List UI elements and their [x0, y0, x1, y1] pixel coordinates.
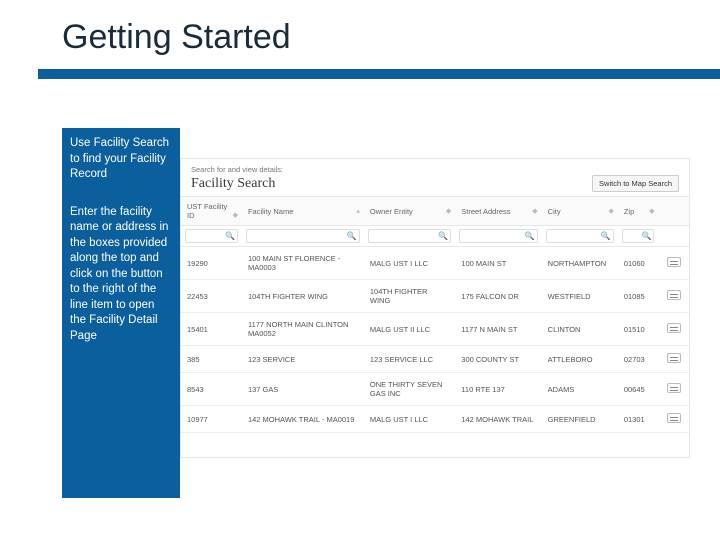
- cell-name: 104TH FIGHTER WING: [242, 280, 364, 313]
- filter-facility-id[interactable]: [185, 229, 238, 243]
- cell-id: 10977: [181, 406, 242, 433]
- table-row: 22453104TH FIGHTER WING104TH FIGHTER WIN…: [181, 280, 689, 313]
- sidebar-blurb-1: Use Facility Search to find your Facilit…: [70, 136, 172, 183]
- table-row: 19290100 MAIN ST FLORENCE - MA0003MALG U…: [181, 247, 689, 280]
- cell-zip: 02703: [618, 346, 659, 373]
- sort-icon: ▴: [356, 207, 358, 215]
- col-facility-id[interactable]: UST Facility ID◆: [181, 197, 242, 226]
- sidebar-blurb-2: Enter the facility name or address in th…: [70, 205, 172, 345]
- panel-header: Search for and view details: Facility Se…: [181, 159, 689, 197]
- cell-city: ATTLEBORO: [542, 346, 618, 373]
- open-detail-button[interactable]: [667, 323, 681, 333]
- cell-zip: 01510: [618, 313, 659, 346]
- filter-city[interactable]: [546, 229, 614, 243]
- cell-addr: 100 MAIN ST: [455, 247, 541, 280]
- sort-icon: ◆: [608, 207, 611, 215]
- col-street-address[interactable]: Street Address◆: [455, 197, 541, 226]
- cell-addr: 110 RTE 137: [455, 373, 541, 406]
- col-facility-name[interactable]: Facility Name▴: [242, 197, 364, 226]
- open-detail-button[interactable]: [667, 257, 681, 267]
- cell-owner: MALG UST I LLC: [364, 247, 455, 280]
- table-row: 10977142 MOHAWK TRAIL - MA0019MALG UST I…: [181, 406, 689, 433]
- cell-name: 137 GAS: [242, 373, 364, 406]
- page-title: Getting Started: [0, 0, 720, 57]
- filter-zip[interactable]: [622, 229, 655, 243]
- table-row: 385123 SERVICE123 SERVICE LLC300 COUNTY …: [181, 346, 689, 373]
- cell-city: ADAMS: [542, 373, 618, 406]
- sort-icon: ◆: [532, 207, 535, 215]
- cell-id: 385: [181, 346, 242, 373]
- cell-zip: 01085: [618, 280, 659, 313]
- cell-id: 8543: [181, 373, 242, 406]
- cell-city: CLINTON: [542, 313, 618, 346]
- cell-id: 15401: [181, 313, 242, 346]
- cell-owner: 123 SERVICE LLC: [364, 346, 455, 373]
- open-detail-button[interactable]: [667, 383, 681, 393]
- cell-name: 123 SERVICE: [242, 346, 364, 373]
- cell-id: 22453: [181, 280, 242, 313]
- cell-city: WESTFIELD: [542, 280, 618, 313]
- cell-owner: ONE THIRTY SEVEN GAS INC: [364, 373, 455, 406]
- sort-icon: ◆: [446, 207, 449, 215]
- filter-row: 🔍 🔍 🔍 🔍 🔍 🔍: [181, 226, 689, 247]
- cell-name: 1177 NORTH MAIN CLINTON MA0052: [242, 313, 364, 346]
- filter-owner-entity[interactable]: [368, 229, 451, 243]
- cell-addr: 1177 N MAIN ST: [455, 313, 541, 346]
- sort-icon: ◆: [233, 211, 236, 219]
- open-detail-button[interactable]: [667, 413, 681, 423]
- col-zip[interactable]: Zip◆: [618, 197, 659, 226]
- filter-facility-name[interactable]: [246, 229, 360, 243]
- facility-search-panel: Search for and view details: Facility Se…: [180, 158, 690, 458]
- content-area: Use Facility Search to find your Facilit…: [62, 128, 690, 510]
- cell-addr: 300 COUNTY ST: [455, 346, 541, 373]
- open-detail-button[interactable]: [667, 290, 681, 300]
- cell-id: 19290: [181, 247, 242, 280]
- table-header-row: UST Facility ID◆ Facility Name▴ Owner En…: [181, 197, 689, 226]
- results-table: UST Facility ID◆ Facility Name▴ Owner En…: [181, 197, 689, 433]
- cell-addr: 175 FALCON DR: [455, 280, 541, 313]
- table-row: 8543137 GASONE THIRTY SEVEN GAS INC110 R…: [181, 373, 689, 406]
- cell-zip: 01301: [618, 406, 659, 433]
- title-divider: [38, 69, 720, 79]
- cell-name: 142 MOHAWK TRAIL - MA0019: [242, 406, 364, 433]
- cell-owner: 104TH FIGHTER WING: [364, 280, 455, 313]
- sort-icon: ◆: [649, 207, 652, 215]
- instruction-sidebar: Use Facility Search to find your Facilit…: [62, 128, 180, 498]
- cell-zip: 01060: [618, 247, 659, 280]
- col-owner-entity[interactable]: Owner Entity◆: [364, 197, 455, 226]
- cell-zip: 00645: [618, 373, 659, 406]
- open-detail-button[interactable]: [667, 353, 681, 363]
- col-city[interactable]: City◆: [542, 197, 618, 226]
- cell-name: 100 MAIN ST FLORENCE - MA0003: [242, 247, 364, 280]
- cell-owner: MALG UST I LLC: [364, 406, 455, 433]
- panel-pre-label: Search for and view details:: [191, 165, 283, 174]
- switch-to-map-button[interactable]: Switch to Map Search: [592, 175, 679, 192]
- cell-city: NORTHAMPTON: [542, 247, 618, 280]
- filter-street-address[interactable]: [459, 229, 537, 243]
- cell-owner: MALG UST II LLC: [364, 313, 455, 346]
- cell-addr: 142 MOHAWK TRAIL: [455, 406, 541, 433]
- table-row: 154011177 NORTH MAIN CLINTON MA0052MALG …: [181, 313, 689, 346]
- panel-heading: Facility Search: [191, 176, 283, 192]
- cell-city: GREENFIELD: [542, 406, 618, 433]
